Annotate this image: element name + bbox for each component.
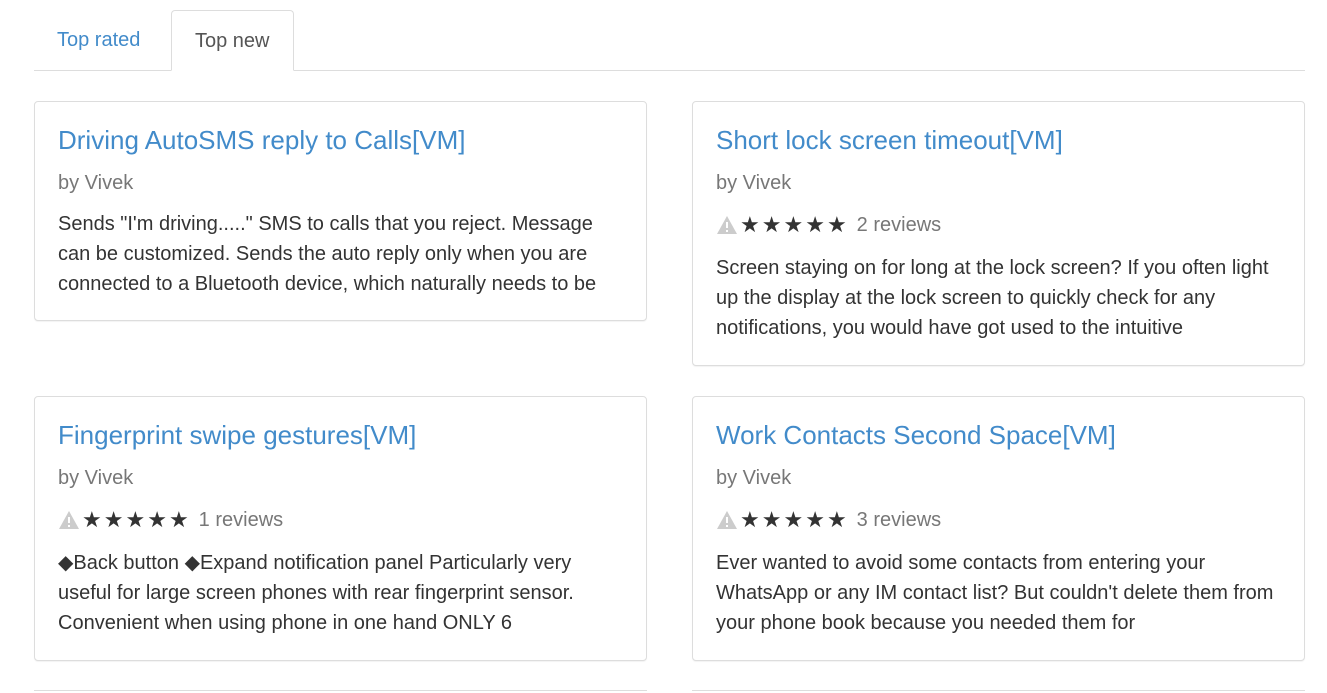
star-icon: ★ xyxy=(783,507,804,532)
rating-row: ★ ★ ★ ★ ★ 2 reviews xyxy=(716,211,1281,239)
card-title-link[interactable]: Short lock screen timeout[VM] xyxy=(716,124,1281,156)
review-count: 2 reviews xyxy=(856,213,942,236)
card-description: Ever wanted to avoid some contacts from … xyxy=(716,552,1274,634)
card-title-link[interactable]: Fingerprint swipe gestures[VM] xyxy=(58,419,623,451)
card-title-link[interactable]: Driving AutoSMS reply to Calls[VM] xyxy=(58,124,623,156)
star-icon: ★ xyxy=(168,507,189,532)
card-author: by Vivek xyxy=(58,467,134,489)
warning-triangle-icon xyxy=(717,216,737,234)
card-description: ◆Back button ◆Expand notification panel … xyxy=(58,552,574,634)
tab-top-rated[interactable]: Top rated xyxy=(34,10,163,70)
star-icon: ★ xyxy=(761,212,782,237)
tab-bar: Top rated Top new xyxy=(34,10,1305,71)
rating-row: ★ ★ ★ ★ ★ 1 reviews xyxy=(58,506,623,534)
app-container: Top rated Top new Driving AutoSMS reply … xyxy=(0,0,1327,692)
card-description: Sends "I'm driving....." SMS to calls th… xyxy=(58,213,597,295)
review-count: 1 reviews xyxy=(198,508,284,531)
card-author: by Vivek xyxy=(716,467,792,489)
star-icon: ★ xyxy=(805,507,825,532)
app-card: Driving AutoSMS reply to Calls[VM] by Vi… xyxy=(34,101,647,321)
warning-triangle-icon xyxy=(717,511,737,529)
star-icon: ★ xyxy=(125,507,146,532)
star-icon: ★ xyxy=(740,212,760,237)
star-icon: ★ xyxy=(147,507,167,532)
card-description: Screen staying on for long at the lock s… xyxy=(716,257,1269,339)
warning-triangle-icon xyxy=(59,511,79,529)
card-author: by Vivek xyxy=(716,172,792,194)
app-card: Fingerprint swipe gestures[VM] by Vivek … xyxy=(34,396,647,661)
star-icon: ★ xyxy=(805,212,825,237)
star-icon: ★ xyxy=(740,507,760,532)
card-title-link[interactable]: Work Contacts Second Space[VM] xyxy=(716,419,1281,451)
card-author: by Vivek xyxy=(58,172,134,194)
star-icon: ★ xyxy=(82,507,102,532)
star-icon: ★ xyxy=(826,212,847,237)
star-icon: ★ xyxy=(783,212,804,237)
tab-top-new[interactable]: Top new xyxy=(171,10,294,71)
app-card: Short lock screen timeout[VM] by Vivek ★… xyxy=(692,101,1305,366)
star-icon: ★ xyxy=(826,507,847,532)
rating-row: ★ ★ ★ ★ ★ 3 reviews xyxy=(716,506,1281,534)
star-icon: ★ xyxy=(761,507,782,532)
star-icon: ★ xyxy=(103,507,124,532)
review-count: 3 reviews xyxy=(856,508,942,531)
app-card: Work Contacts Second Space[VM] by Vivek … xyxy=(692,396,1305,661)
